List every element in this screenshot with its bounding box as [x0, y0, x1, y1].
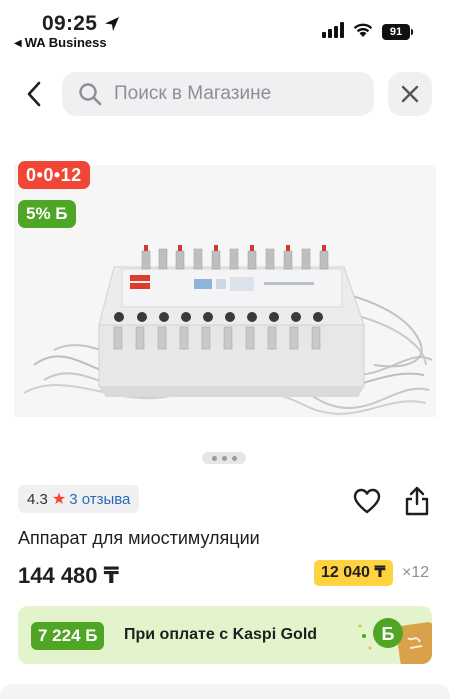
close-button[interactable] [388, 72, 432, 116]
kaspi-gold-banner[interactable]: 7 224 Б При оплате с Kaspi Gold Б [18, 606, 432, 664]
kaspi-gold-card-icon: Б [358, 618, 432, 664]
rating-chip[interactable]: 4.3 ★ 3 отзыва [18, 485, 140, 513]
close-icon [401, 85, 419, 103]
location-arrow-icon [105, 17, 119, 31]
monthly-payment-badge: 12 040 ₸ [314, 560, 393, 586]
rating-value: 4.3 [27, 490, 48, 508]
product-image [14, 165, 436, 417]
product-price: 144 480 ₸ [18, 563, 119, 588]
svg-text:Б: Б [382, 624, 395, 644]
gallery-pagination[interactable] [202, 452, 246, 464]
installment-months: ×12 [402, 564, 430, 581]
gold-bonus-badge: 7 224 Б [31, 622, 105, 650]
next-section-edge [0, 684, 450, 699]
installment-badge: 0•0•12 [18, 161, 90, 189]
status-bar: 09:25 ◀ WA Business 91 [0, 0, 450, 56]
pagination-dot [231, 455, 237, 461]
back-triangle-icon: ◀ [14, 38, 22, 49]
battery-icon: 91 [382, 24, 410, 40]
product-title: Аппарат для миостимуляции [18, 528, 260, 548]
wifi-icon [353, 23, 373, 37]
chevron-left-icon [27, 81, 41, 107]
search-input[interactable] [114, 83, 364, 105]
pagination-dot [221, 455, 227, 461]
heart-icon[interactable] [352, 486, 382, 516]
signal-icon [322, 22, 344, 38]
gold-banner-text: При оплате с Kaspi Gold [124, 626, 318, 643]
search-bar[interactable] [62, 72, 374, 116]
back-button[interactable] [18, 76, 50, 112]
back-to-app-link[interactable]: ◀ WA Business [14, 35, 107, 50]
back-app-label: WA Business [24, 35, 107, 50]
pagination-dot [211, 455, 217, 461]
status-time: 09:25 [42, 12, 98, 35]
share-icon[interactable] [402, 485, 432, 517]
bonus-badge: 5% Б [18, 200, 76, 228]
battery-tip [411, 29, 413, 35]
star-icon: ★ [51, 491, 67, 508]
reviews-link[interactable]: 3 отзыва [69, 491, 130, 508]
search-icon [79, 83, 102, 106]
product-image-gallery[interactable] [14, 165, 436, 417]
